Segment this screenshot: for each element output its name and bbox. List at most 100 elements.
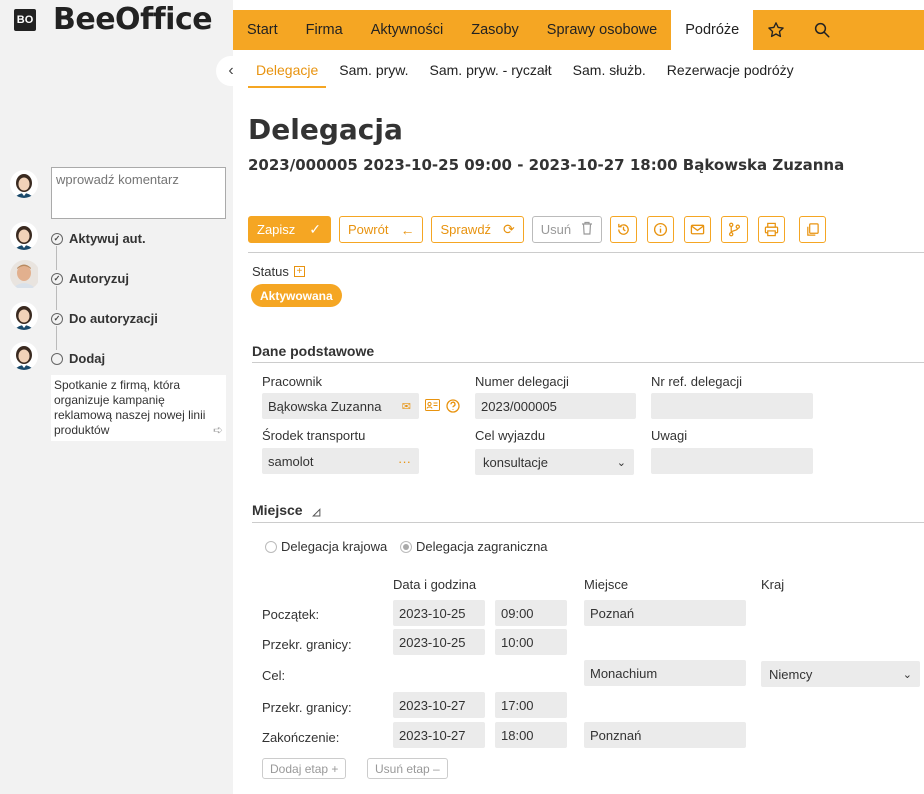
cross2-time: 17:00 <box>501 697 534 713</box>
nav-tab-zasoby[interactable]: Zasoby <box>457 10 533 50</box>
workflow-step-authorize[interactable]: ✓ Autoryzuj <box>51 271 129 286</box>
employee-field[interactable]: Bąkowska Zuzanna ✉ <box>262 393 419 419</box>
workflow-step-to-authorize[interactable]: ✓ Do autoryzacji <box>51 311 158 326</box>
nav-tab-sprawy-osobowe[interactable]: Sprawy osobowe <box>533 10 671 50</box>
circle-icon <box>51 352 63 365</box>
chevron-left-icon: ‹ <box>228 62 234 79</box>
nav-tab-aktywnosci[interactable]: Aktywności <box>357 10 458 50</box>
plus-square-icon[interactable]: + <box>293 266 305 277</box>
mail-icon[interactable]: ✉ <box>402 400 411 413</box>
subnav-tab-sam-pryw-ryczalt[interactable]: Sam. pryw. - ryczałt <box>422 56 560 88</box>
save-button[interactable]: Zapisz ✓ <box>248 216 331 243</box>
purpose-select[interactable]: konsultacje ⌄ <box>475 449 634 475</box>
copy-button[interactable] <box>799 216 827 243</box>
end-place: Ponznań <box>590 727 642 743</box>
help-icon[interactable] <box>446 399 460 416</box>
add-stage-button[interactable]: Dodaj etap + <box>262 758 347 779</box>
row-label-end: Zakończenie: <box>262 730 340 745</box>
page-title: Delegacja <box>248 113 403 146</box>
avatar <box>10 170 38 198</box>
end-place-field[interactable]: Ponznań <box>584 722 746 748</box>
app-logo[interactable]: BeeOffice <box>53 2 213 37</box>
email-button[interactable] <box>684 216 712 243</box>
cross1-time-field[interactable]: 10:00 <box>495 629 567 655</box>
check-circle-icon: ✓ <box>51 232 63 245</box>
save-label: Zapisz <box>257 222 296 237</box>
sub-navigation: Delegacje Sam. pryw. Sam. pryw. - ryczał… <box>248 56 807 88</box>
collapse-sidebar-button[interactable]: ‹ <box>216 56 246 86</box>
cross2-time-field[interactable]: 17:00 <box>495 692 567 718</box>
timeline-connector <box>56 246 57 270</box>
search-button[interactable] <box>799 10 845 50</box>
status-section: Status + <box>252 264 305 279</box>
notes-field[interactable] <box>651 448 813 474</box>
section-heading-place[interactable]: Miejsce ◿ <box>252 502 320 518</box>
row-label-cross1: Przekr. granicy: <box>262 637 352 652</box>
arrow-right-icon[interactable]: ➪ <box>213 423 223 438</box>
back-button[interactable]: Powrót ← <box>339 216 424 243</box>
radio-domestic[interactable]: Delegacja krajowa <box>265 539 387 554</box>
radio-foreign[interactable]: Delegacja zagraniczna <box>400 539 548 554</box>
start-date-field[interactable]: 2023-10-25 <box>393 600 485 626</box>
copy-icon <box>807 223 819 236</box>
cross1-date-field[interactable]: 2023-10-25 <box>393 629 485 655</box>
workflow-step-activate[interactable]: ✓ Aktywuj aut. <box>51 231 146 246</box>
country-select[interactable]: Niemcy ⌄ <box>761 661 920 687</box>
subnav-tab-delegacje[interactable]: Delegacje <box>248 56 327 88</box>
section-heading-basic: Dane podstawowe <box>252 343 375 359</box>
radio-circle <box>265 540 277 553</box>
check-label: Sprawdź <box>440 222 492 237</box>
delete-button[interactable]: Usuń <box>531 216 603 243</box>
top-navigation: Start Firma Aktywności Zasoby Sprawy oso… <box>233 10 924 50</box>
workflow-step-add[interactable]: Dodaj <box>51 351 105 366</box>
page-subtitle: 2023/000005 2023-10-25 09:00 - 2023-10-2… <box>248 156 845 174</box>
history-button[interactable] <box>610 216 638 243</box>
end-time-field[interactable]: 18:00 <box>495 722 567 748</box>
favorites-button[interactable] <box>753 10 799 50</box>
check-circle-icon: ✓ <box>51 272 63 285</box>
nav-tab-podroze[interactable]: Podróże <box>671 10 754 50</box>
subnav-tab-sam-sluzb[interactable]: Sam. służb. <box>565 56 654 88</box>
cross2-date: 2023-10-27 <box>399 697 466 713</box>
note-text: Spotkanie z firmą, która organizuje kamp… <box>54 378 206 437</box>
info-button[interactable] <box>647 216 675 243</box>
ref-field[interactable] <box>651 393 813 419</box>
workflow-note: Spotkanie z firmą, która organizuje kamp… <box>51 375 226 441</box>
print-button[interactable] <box>758 216 786 243</box>
remove-stage-button[interactable]: Usuń etap – <box>367 758 448 779</box>
back-label: Powrót <box>348 222 389 237</box>
start-time-field[interactable]: 09:00 <box>495 600 567 626</box>
radio-circle-selected <box>400 540 412 553</box>
check-button[interactable]: Sprawdź ⟳ <box>431 216 524 243</box>
delete-label: Usuń <box>540 222 572 237</box>
transport-field[interactable]: samolot ··· <box>262 448 419 474</box>
collapse-triangle-icon: ◿ <box>312 507 321 518</box>
cross2-date-field[interactable]: 2023-10-27 <box>393 692 485 718</box>
col-header-datetime: Data i godzina <box>393 577 477 592</box>
history-icon <box>618 223 629 235</box>
logo-mark[interactable]: BO <box>14 9 36 31</box>
divider <box>252 522 924 523</box>
subnav-tab-sam-pryw[interactable]: Sam. pryw. <box>331 56 416 88</box>
nav-tab-firma[interactable]: Firma <box>292 10 357 50</box>
nav-tab-start[interactable]: Start <box>233 10 292 50</box>
left-sidebar: BO BeeOffice ✓ Aktywuj aut. ✓ Autoryzuj … <box>0 0 233 794</box>
cross1-date: 2023-10-25 <box>399 634 466 650</box>
comment-input[interactable] <box>51 167 226 219</box>
row-label-dest: Cel: <box>262 668 286 683</box>
dest-place-field[interactable]: Monachium <box>584 660 746 686</box>
chevron-down-icon: ⌄ <box>616 456 626 469</box>
col-header-place: Miejsce <box>584 577 629 592</box>
timeline-connector <box>56 326 57 350</box>
id-card-icon[interactable] <box>425 399 440 414</box>
country-value: Niemcy <box>769 666 813 682</box>
subnav-tab-rezerwacje[interactable]: Rezerwacje podróży <box>659 56 802 88</box>
workflow-button[interactable] <box>721 216 749 243</box>
start-date: 2023-10-25 <box>399 605 466 621</box>
purpose-label: Cel wyjazdu <box>475 428 546 443</box>
start-place-field[interactable]: Poznań <box>584 600 746 626</box>
end-date-field[interactable]: 2023-10-27 <box>393 722 485 748</box>
number-field[interactable]: 2023/000005 <box>475 393 636 419</box>
radio-foreign-label: Delegacja zagraniczna <box>416 539 548 554</box>
more-icon[interactable]: ··· <box>398 454 411 469</box>
